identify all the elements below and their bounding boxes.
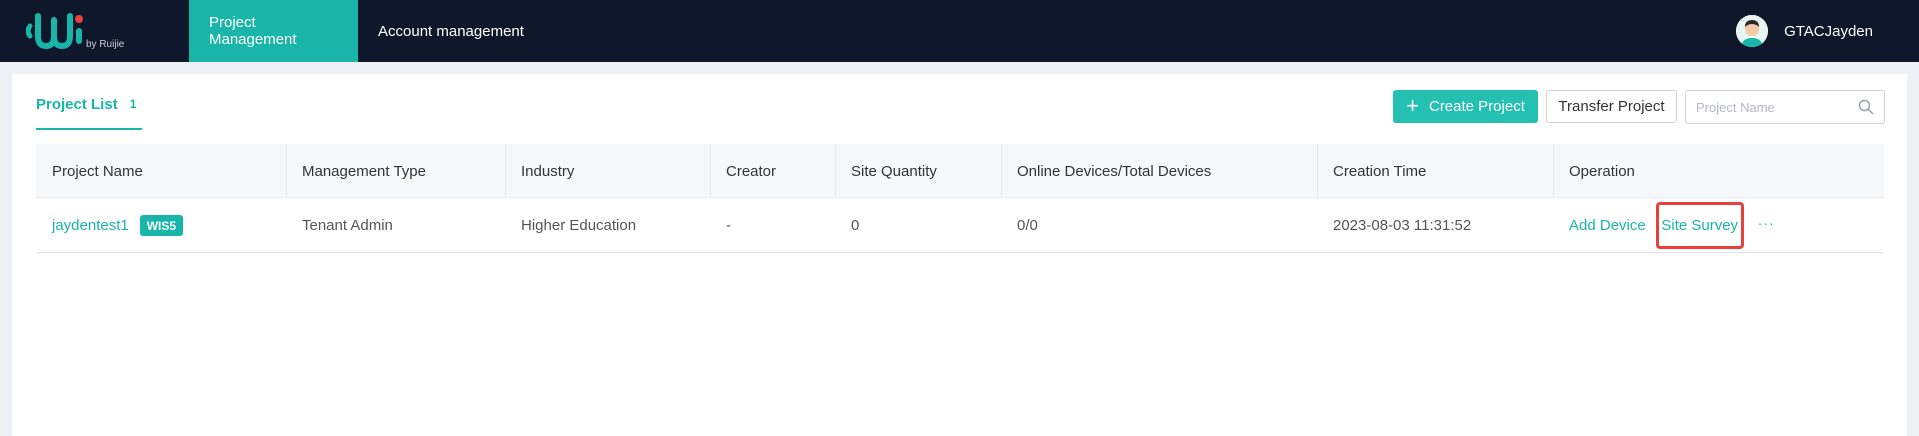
plus-icon: + (1406, 92, 1419, 118)
cell-site-quantity: 0 (851, 217, 860, 234)
cell-industry: Higher Education (521, 217, 637, 234)
main-panel: Project List 1 + Create Project Transfer… (12, 74, 1907, 436)
search-icon[interactable] (1858, 99, 1874, 115)
column-header-operation: Operation (1553, 144, 1884, 198)
project-name-search-input[interactable] (1696, 92, 1856, 122)
tab-project-list-label: Project List (36, 96, 118, 113)
tab-project-list[interactable]: Project List 1 (36, 96, 143, 130)
create-project-label: Create Project (1428, 98, 1525, 115)
column-header-devices: Online Devices/Total Devices (1001, 144, 1317, 198)
logo-byline: by Ruijie (86, 39, 125, 50)
ruijie-wi-logo[interactable]: by Ruijie (25, 8, 134, 54)
cell-project-name: jaydentest1 WIS5 (36, 198, 286, 253)
cell-operation: Add Device Site Survey ··· (1553, 198, 1884, 253)
user-menu[interactable]: GTACJayden (1736, 0, 1873, 62)
nav-tab-account-management[interactable]: Account management (358, 0, 544, 62)
column-header-creation-time: Creation Time (1317, 144, 1553, 198)
column-header-creator: Creator (710, 144, 835, 198)
nav-tab-project-management[interactable]: Project Management (189, 0, 358, 62)
cell-devices: 0/0 (1017, 217, 1038, 234)
user-name: GTACJayden (1784, 22, 1873, 40)
cell-creator: - (726, 217, 731, 234)
column-header-industry: Industry (505, 144, 710, 198)
column-header-management-type: Management Type (286, 144, 505, 198)
project-table: Project Name Management Type Industry Cr… (36, 144, 1884, 253)
site-survey-link[interactable]: Site Survey (1661, 217, 1738, 234)
project-name-link[interactable]: jaydentest1 (52, 217, 129, 234)
table-row: jaydentest1 WIS5 Tenant Admin Higher Edu… (36, 198, 1884, 253)
column-header-site-quantity: Site Quantity (835, 144, 1001, 198)
add-device-link[interactable]: Add Device (1569, 217, 1646, 234)
project-search-box (1685, 90, 1885, 124)
cell-management-type: Tenant Admin (302, 217, 393, 234)
table-header: Project Name Management Type Industry Cr… (36, 144, 1884, 198)
create-project-button[interactable]: + Create Project (1393, 90, 1538, 123)
avatar (1736, 15, 1769, 47)
column-header-project-name: Project Name (52, 162, 143, 180)
site-survey-highlight: Site Survey (1655, 202, 1744, 249)
project-type-badge: WIS5 (139, 215, 184, 236)
more-actions-icon[interactable]: ··· (1758, 215, 1775, 231)
cell-creation-time: 2023-08-03 11:31:52 (1333, 217, 1472, 234)
project-count-badge: 1 (129, 97, 137, 111)
transfer-project-button[interactable]: Transfer Project (1546, 90, 1677, 123)
top-navigation-bar: by Ruijie Project Management Account man… (0, 0, 1919, 62)
avatar-icon (1736, 15, 1769, 47)
